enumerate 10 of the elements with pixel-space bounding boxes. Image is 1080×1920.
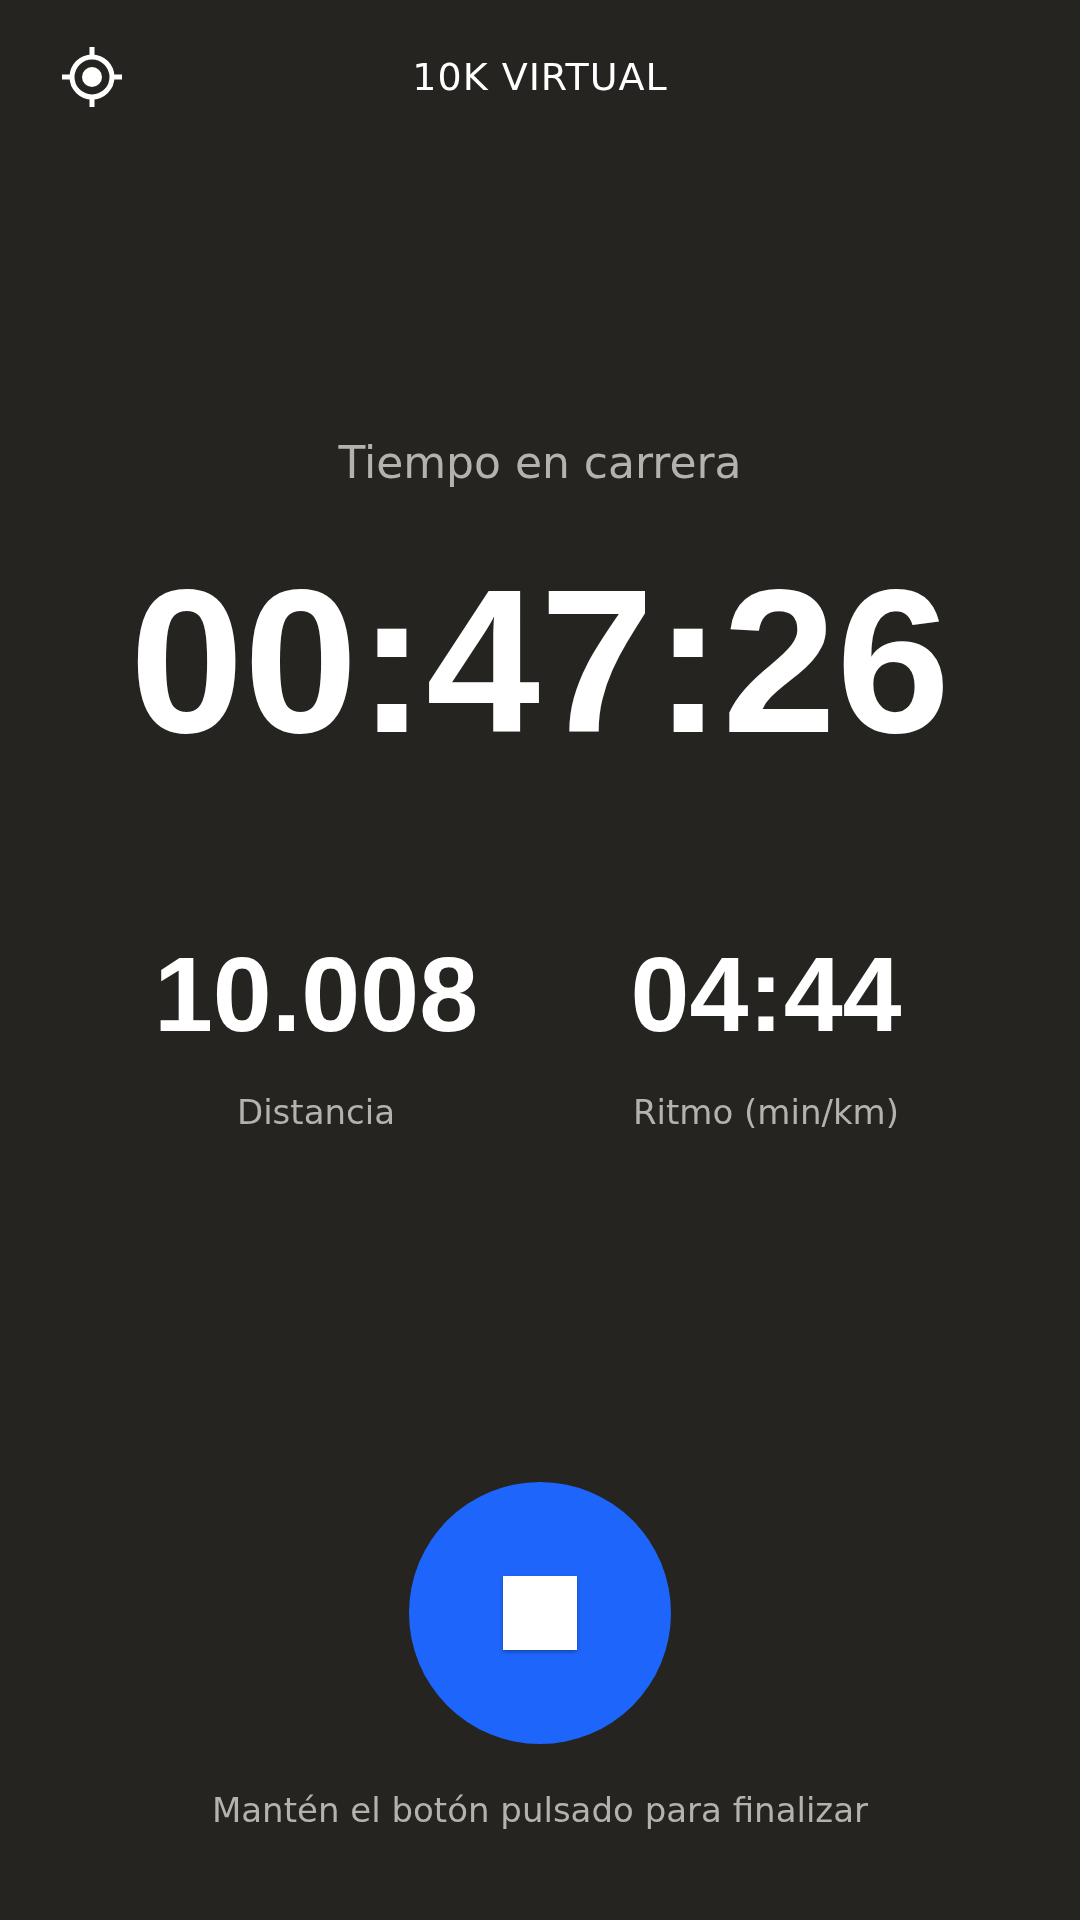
stat-label: Distancia <box>237 1091 395 1134</box>
stat-value: 04:44 <box>630 934 902 1054</box>
gps-target-icon[interactable] <box>60 45 124 109</box>
stat-label: Ritmo (min/km) <box>632 1091 899 1134</box>
stat-value: 10.008 <box>153 934 479 1054</box>
hint-text: Mantén el botón pulsado para finalizar <box>211 1789 869 1832</box>
screen-title: 10K VIRTUAL <box>412 55 668 99</box>
timer-label: Tiempo en carrera <box>338 436 742 490</box>
elapsed-time: 00:47:26 <box>129 546 951 776</box>
stop-icon <box>503 1576 577 1650</box>
